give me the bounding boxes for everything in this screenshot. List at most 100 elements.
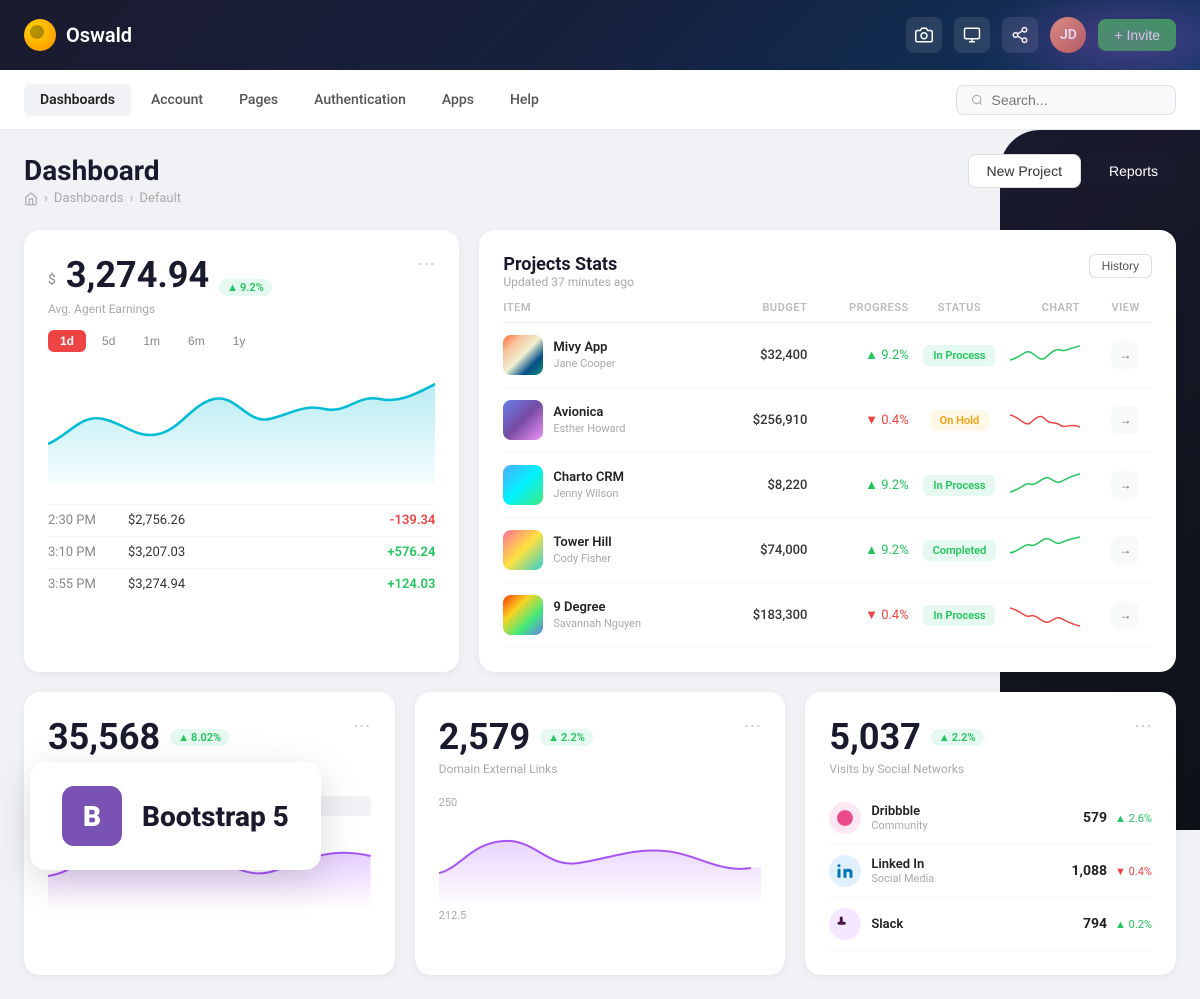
col-chart: CHART — [1010, 301, 1111, 314]
project-item: 9 Degree Savannah Nguyen — [503, 595, 706, 635]
view-button[interactable]: → — [1111, 471, 1139, 499]
domain-chart: 250 212.5 — [439, 796, 762, 922]
social-value: 5,037 — [829, 716, 920, 758]
social-item-slack: Slack 794 ▲ 0.2% — [829, 898, 1152, 951]
social-item-dribbble: Dribbble Community 579 ▲ 2.6% — [829, 792, 1152, 845]
earnings-currency: $ — [48, 272, 56, 288]
filter-1d[interactable]: 1d — [48, 330, 86, 352]
invite-button[interactable]: + Invite — [1098, 19, 1176, 51]
project-item: Mivy App Jane Cooper — [503, 335, 706, 375]
linkedin-icon — [829, 855, 861, 887]
more-options-icon[interactable]: ⋯ — [1134, 716, 1152, 737]
col-progress: PROGRESS — [807, 301, 908, 314]
monitor-icon[interactable] — [954, 17, 990, 53]
header-buttons: New Project Reports — [968, 154, 1177, 188]
more-options-icon[interactable]: ⋯ — [417, 254, 435, 275]
time-filters: 1d 5d 1m 6m 1y — [48, 330, 435, 352]
search-area — [956, 85, 1176, 115]
camera-icon[interactable] — [906, 17, 942, 53]
page-title: Dashboard — [24, 154, 181, 187]
projects-card: Projects Stats Updated 37 minutes ago Hi… — [479, 230, 1176, 672]
mini-chart — [1010, 535, 1111, 565]
project-row-avionica: Avionica Esther Howard $256,910 ▼ 0.4% O… — [503, 388, 1152, 453]
new-project-button[interactable]: New Project — [968, 154, 1081, 188]
dribbble-icon — [829, 802, 861, 834]
social-item-linkedin: Linked In Social Media 1,088 ▼ 0.4% — [829, 845, 1152, 898]
status-badge: In Process — [923, 475, 995, 496]
social-label: Visits by Social Networks — [829, 762, 983, 776]
project-row-tower: Tower Hill Cody Fisher $74,000 ▲ 9.2% Co… — [503, 518, 1152, 583]
search-icon — [971, 93, 983, 107]
col-view: VIEW — [1111, 301, 1152, 314]
status-badge: In Process — [923, 605, 995, 626]
domain-badge: ▲ 2.2% — [540, 729, 593, 746]
col-status: STATUS — [909, 301, 1010, 314]
menubar: Dashboards Account Pages Authentication … — [0, 70, 1200, 130]
breadcrumb-dashboards: Dashboards — [54, 191, 124, 206]
organic-badge: ▲ 8.02% — [170, 729, 229, 746]
menu-account[interactable]: Account — [135, 84, 219, 116]
bootstrap-icon: B — [62, 786, 122, 846]
project-thumb-9degree — [503, 595, 543, 635]
menu-apps[interactable]: Apps — [426, 84, 490, 116]
earnings-label: Avg. Agent Earnings — [48, 302, 272, 316]
topbar-actions: JD + Invite — [906, 17, 1176, 53]
project-thumb-mivy — [503, 335, 543, 375]
logo-text: Oswald — [66, 23, 132, 47]
avatar[interactable]: JD — [1050, 17, 1086, 53]
project-row-charto: Charto CRM Jenny Wilson $8,220 ▲ 9.2% In… — [503, 453, 1152, 518]
search-input[interactable] — [991, 92, 1161, 108]
menu-help[interactable]: Help — [494, 84, 555, 116]
menu-dashboards[interactable]: Dashboards — [24, 84, 131, 116]
table-header: ITEM BUDGET PROGRESS STATUS CHART VIEW — [503, 293, 1152, 323]
earnings-row: 2:30 PM $2,756.26 -139.34 — [48, 504, 435, 536]
more-options-icon[interactable]: ⋯ — [743, 716, 761, 737]
projects-updated: Updated 37 minutes ago — [503, 275, 634, 289]
filter-1y[interactable]: 1y — [221, 330, 258, 352]
project-thumb-avionica — [503, 400, 543, 440]
filter-6m[interactable]: 6m — [176, 330, 217, 352]
organic-value: 35,568 — [48, 716, 160, 758]
earnings-value: 3,274.94 — [66, 254, 209, 296]
menu-authentication[interactable]: Authentication — [298, 84, 422, 116]
view-button[interactable]: → — [1111, 406, 1139, 434]
mini-chart — [1010, 470, 1111, 500]
home-icon — [24, 192, 38, 206]
status-badge: Completed — [923, 540, 997, 561]
project-item: Tower Hill Cody Fisher — [503, 530, 706, 570]
filter-1m[interactable]: 1m — [131, 330, 172, 352]
project-row-mivy: Mivy App Jane Cooper $32,400 ▲ 9.2% In P… — [503, 323, 1152, 388]
project-item: Avionica Esther Howard — [503, 400, 706, 440]
bootstrap-title: Bootstrap 5 — [142, 800, 289, 833]
earnings-badge: ▲ 9.2% — [219, 279, 272, 296]
mini-chart — [1010, 405, 1111, 435]
more-options-icon[interactable]: ⋯ — [353, 716, 371, 737]
filter-5d[interactable]: 5d — [90, 330, 127, 352]
page-header: Dashboard › Dashboards › Default New Pro… — [24, 154, 1176, 206]
menu-pages[interactable]: Pages — [223, 84, 294, 116]
view-button[interactable]: → — [1111, 341, 1139, 369]
domain-value: 2,579 — [439, 716, 530, 758]
bootstrap-card: B Bootstrap 5 — [30, 762, 321, 870]
status-badge: In Process — [923, 345, 995, 366]
earnings-card: $ 3,274.94 ▲ 9.2% Avg. Agent Earnings ⋯ … — [24, 230, 459, 672]
earnings-rows: 2:30 PM $2,756.26 -139.34 3:10 PM $3,207… — [48, 504, 435, 600]
logo-area: Oswald — [24, 19, 906, 51]
history-button[interactable]: History — [1089, 254, 1152, 278]
social-list: Dribbble Community 579 ▲ 2.6% Linked In … — [829, 792, 1152, 951]
mini-chart — [1010, 600, 1111, 630]
earnings-chart — [48, 364, 435, 488]
view-button[interactable]: → — [1111, 601, 1139, 629]
breadcrumb: › Dashboards › Default — [24, 191, 181, 206]
view-button[interactable]: → — [1111, 536, 1139, 564]
topbar: Oswald JD + Invite — [0, 0, 1200, 70]
domain-label: Domain External Links — [439, 762, 593, 776]
share-icon[interactable] — [1002, 17, 1038, 53]
status-badge: On Hold — [930, 410, 990, 431]
earnings-row: 3:55 PM $3,274.94 +124.03 — [48, 568, 435, 600]
reports-button[interactable]: Reports — [1091, 154, 1176, 188]
mini-chart — [1010, 340, 1111, 370]
domain-card: 2,579 ▲ 2.2% Domain External Links ⋯ 250 — [415, 692, 786, 975]
project-row-9degree: 9 Degree Savannah Nguyen $183,300 ▼ 0.4%… — [503, 583, 1152, 648]
projects-header: Projects Stats Updated 37 minutes ago Hi… — [503, 254, 1152, 289]
